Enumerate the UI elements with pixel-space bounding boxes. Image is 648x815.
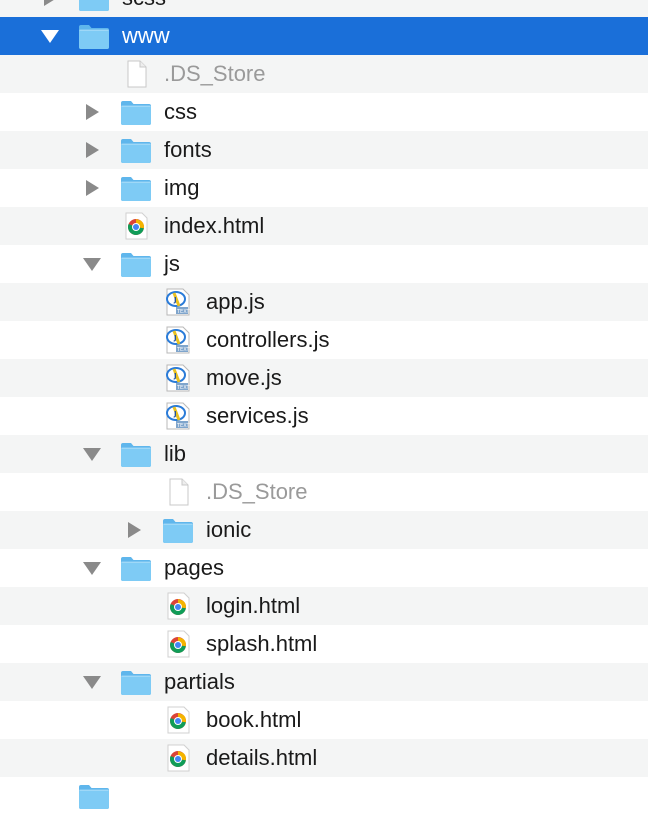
- tree-row-label: app.js: [206, 289, 265, 314]
- tree-row-label: css: [164, 99, 197, 124]
- folder-icon: [120, 440, 152, 468]
- tree-row-folder[interactable]: js: [0, 245, 648, 283]
- svg-text:TEXT: TEXT: [176, 347, 191, 353]
- folder-icon: [120, 554, 152, 582]
- tree-row-file[interactable]: J TEXT move.js: [0, 359, 648, 397]
- tree-row-label: controllers.js: [206, 327, 330, 352]
- tree-row-folder[interactable]: [0, 777, 648, 815]
- disclosure-collapsed-icon[interactable]: [83, 131, 101, 169]
- tree-row-folder[interactable]: img: [0, 169, 648, 207]
- tree-row-folder[interactable]: partials: [0, 663, 648, 701]
- tree-row-file[interactable]: .DS_Store: [0, 55, 648, 93]
- disclosure-expanded-icon[interactable]: [83, 663, 101, 701]
- disclosure-collapsed-icon[interactable]: [83, 169, 101, 207]
- javascript-file-icon: J TEXT: [162, 364, 194, 392]
- tree-row-label: .DS_Store: [164, 61, 266, 86]
- tree-row-folder[interactable]: ionic: [0, 511, 648, 549]
- folder-icon: [162, 516, 194, 544]
- tree-row-file[interactable]: J TEXT app.js: [0, 283, 648, 321]
- tree-row-label: pages: [164, 555, 224, 580]
- chrome-html-icon: [162, 744, 194, 772]
- disclosure-expanded-icon[interactable]: [83, 245, 101, 283]
- folder-icon: [78, 782, 110, 810]
- tree-row-label: fonts: [164, 137, 212, 162]
- tree-row-label: details.html: [206, 745, 318, 770]
- folder-icon: [120, 174, 152, 202]
- tree-row-label: lib: [164, 441, 187, 466]
- chrome-html-icon: [162, 630, 194, 658]
- document-icon: [120, 60, 152, 88]
- tree-row-label: move.js: [206, 365, 282, 390]
- svg-text:TEXT: TEXT: [176, 309, 191, 315]
- disclosure-expanded-icon[interactable]: [41, 17, 59, 55]
- disclosure-expanded-icon[interactable]: [83, 549, 101, 587]
- tree-row-folder[interactable]: fonts: [0, 131, 648, 169]
- tree-row-label: services.js: [206, 403, 309, 428]
- tree-row-label: index.html: [164, 213, 265, 238]
- chrome-html-icon: [120, 212, 152, 240]
- tree-row-folder[interactable]: scss: [0, 0, 648, 17]
- chrome-html-icon: [162, 592, 194, 620]
- tree-row-label: .DS_Store: [206, 479, 308, 504]
- tree-row-label: js: [164, 251, 180, 276]
- svg-text:TEXT: TEXT: [176, 385, 191, 391]
- tree-row-file[interactable]: book.html: [0, 701, 648, 739]
- tree-row-label: splash.html: [206, 631, 318, 656]
- svg-text:J: J: [173, 372, 177, 380]
- folder-icon: [78, 22, 110, 50]
- folder-icon: [120, 250, 152, 278]
- tree-row-folder[interactable]: css: [0, 93, 648, 131]
- folder-icon: [120, 136, 152, 164]
- tree-row-label: img: [164, 175, 200, 200]
- disclosure-collapsed-icon[interactable]: [125, 511, 143, 549]
- tree-row-label: partials: [164, 669, 235, 694]
- tree-row-file[interactable]: .DS_Store: [0, 473, 648, 511]
- file-tree: scss www .DS_Store css fonts img index.h…: [0, 0, 648, 809]
- svg-text:J: J: [173, 410, 177, 418]
- tree-row-file[interactable]: login.html: [0, 587, 648, 625]
- tree-row-label: www: [122, 23, 170, 48]
- tree-row-file[interactable]: splash.html: [0, 625, 648, 663]
- tree-row-file[interactable]: J TEXT controllers.js: [0, 321, 648, 359]
- folder-icon: [78, 0, 110, 12]
- javascript-file-icon: J TEXT: [162, 402, 194, 430]
- tree-row-file[interactable]: index.html: [0, 207, 648, 245]
- disclosure-expanded-icon[interactable]: [83, 435, 101, 473]
- folder-icon: [120, 98, 152, 126]
- tree-row-folder[interactable]: pages: [0, 549, 648, 587]
- tree-row-file[interactable]: J TEXT services.js: [0, 397, 648, 435]
- javascript-file-icon: J TEXT: [162, 288, 194, 316]
- document-icon: [162, 478, 194, 506]
- disclosure-collapsed-icon[interactable]: [41, 0, 59, 17]
- tree-row-label: login.html: [206, 593, 301, 618]
- tree-row-label: scss: [122, 0, 166, 17]
- svg-text:J: J: [173, 296, 177, 304]
- svg-text:TEXT: TEXT: [176, 423, 191, 429]
- chrome-html-icon: [162, 706, 194, 734]
- folder-icon: [120, 668, 152, 696]
- javascript-file-icon: J TEXT: [162, 326, 194, 354]
- tree-row-folder[interactable]: lib: [0, 435, 648, 473]
- tree-row-file[interactable]: details.html: [0, 739, 648, 777]
- tree-row-label: ionic: [206, 517, 252, 542]
- svg-text:J: J: [173, 334, 177, 342]
- tree-row-folder[interactable]: www: [0, 17, 648, 55]
- disclosure-collapsed-icon[interactable]: [83, 93, 101, 131]
- tree-row-label: book.html: [206, 707, 302, 732]
